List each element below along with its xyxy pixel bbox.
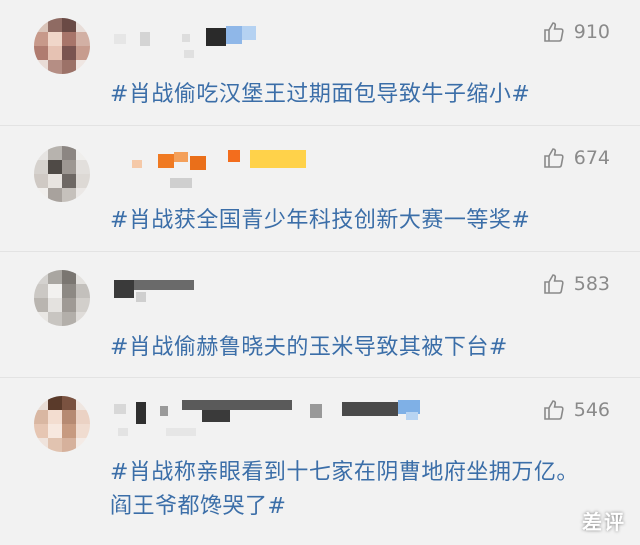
like-button[interactable]: 583	[542, 272, 610, 296]
like-button[interactable]: 674	[542, 146, 610, 170]
username-blurred[interactable]	[110, 270, 440, 312]
comment-text[interactable]: #肖战称亲眼看到十七家在阴曹地府坐拥万亿。阎王爷都馋哭了#	[110, 456, 580, 524]
avatar[interactable]	[34, 146, 90, 202]
thumbs-up-icon	[543, 148, 564, 168]
comment-item: 674 #肖战获全国青少年科技创新大赛一等奖#	[0, 126, 640, 251]
username-blurred[interactable]	[110, 394, 440, 436]
comment-text[interactable]: #肖战获全国青少年科技创新大赛一等奖#	[110, 204, 590, 238]
divider	[0, 125, 640, 126]
divider	[0, 377, 640, 378]
thumbs-up-icon	[543, 22, 564, 42]
comment-item: 546 #肖战称亲眼看到十七家在阴曹地府坐拥万亿。阎王爷都馋哭了#	[0, 378, 640, 545]
thumbs-up-icon	[543, 274, 564, 294]
divider	[0, 251, 640, 252]
comment-text[interactable]: #肖战偷赫鲁晓夫的玉米导致其被下台#	[110, 331, 590, 365]
like-count: 583	[573, 273, 610, 295]
comment-item: 583 #肖战偷赫鲁晓夫的玉米导致其被下台#	[0, 252, 640, 377]
thumbs-up-icon	[543, 400, 564, 420]
comment-text[interactable]: #肖战偷吃汉堡王过期面包导致牛子缩小#	[110, 78, 590, 112]
like-button[interactable]: 910	[542, 20, 610, 44]
like-count: 546	[573, 399, 610, 421]
watermark-logo: 差评	[582, 510, 626, 534]
like-button[interactable]: 546	[542, 398, 610, 422]
like-count: 674	[573, 147, 610, 169]
comment-item: 910 #肖战偷吃汉堡王过期面包导致牛子缩小#	[0, 0, 640, 125]
avatar[interactable]	[34, 270, 90, 326]
avatar[interactable]	[34, 396, 90, 452]
username-blurred[interactable]	[110, 144, 440, 188]
avatar[interactable]	[34, 18, 90, 74]
username-blurred[interactable]	[110, 20, 440, 62]
like-count: 910	[573, 21, 610, 43]
